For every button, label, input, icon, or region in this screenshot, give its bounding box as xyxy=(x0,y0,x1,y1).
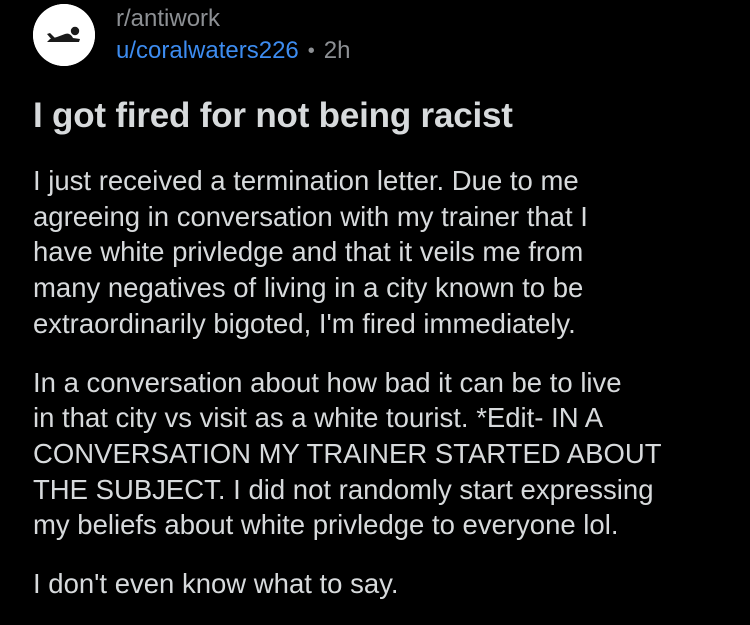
username-link[interactable]: u/coralwaters226 xyxy=(116,36,299,66)
post: r/antiwork u/coralwaters226 • 2h I got f… xyxy=(0,0,750,620)
byline-separator: • xyxy=(307,39,315,62)
subreddit-avatar-icon[interactable] xyxy=(33,4,95,66)
post-paragraph: I just received a termination letter. Du… xyxy=(33,163,733,342)
paragraph-line: CONVERSATION MY TRAINER STARTED ABOUT xyxy=(33,437,662,469)
post-age: 2h xyxy=(323,36,351,64)
paragraph-line: I don't even know what to say. xyxy=(33,568,399,600)
post-paragraph: I don't even know what to say. xyxy=(33,566,733,602)
paragraph-line: extraordinarily bigoted, I'm fired immed… xyxy=(33,307,576,339)
subreddit-link[interactable]: r/antiwork xyxy=(116,5,350,33)
post-body: I just received a termination letter. Du… xyxy=(33,163,733,625)
paragraph-line: In a conversation about how bad it can b… xyxy=(33,366,622,398)
paragraph-line: THE SUBJECT. I did not randomly start ex… xyxy=(33,473,654,505)
post-paragraph: In a conversation about how bad it can b… xyxy=(33,365,733,544)
post-header: r/antiwork u/coralwaters226 • 2h xyxy=(33,2,350,68)
paragraph-line: I just received a termination letter. Du… xyxy=(33,165,579,196)
paragraph-line: many negatives of living in a city known… xyxy=(33,272,584,304)
paragraph-line: agreeing in conversation with my trainer… xyxy=(33,200,588,232)
paragraph-line: have white privledge and that it veils m… xyxy=(33,236,584,268)
paragraph-line: my beliefs about white privledge to ever… xyxy=(33,509,619,541)
post-meta: r/antiwork u/coralwaters226 • 2h xyxy=(116,5,350,66)
paragraph-line: in that city vs visit as a white tourist… xyxy=(33,402,604,434)
byline: u/coralwaters226 • 2h xyxy=(116,36,350,66)
post-title[interactable]: I got fired for not being racist xyxy=(33,94,513,138)
